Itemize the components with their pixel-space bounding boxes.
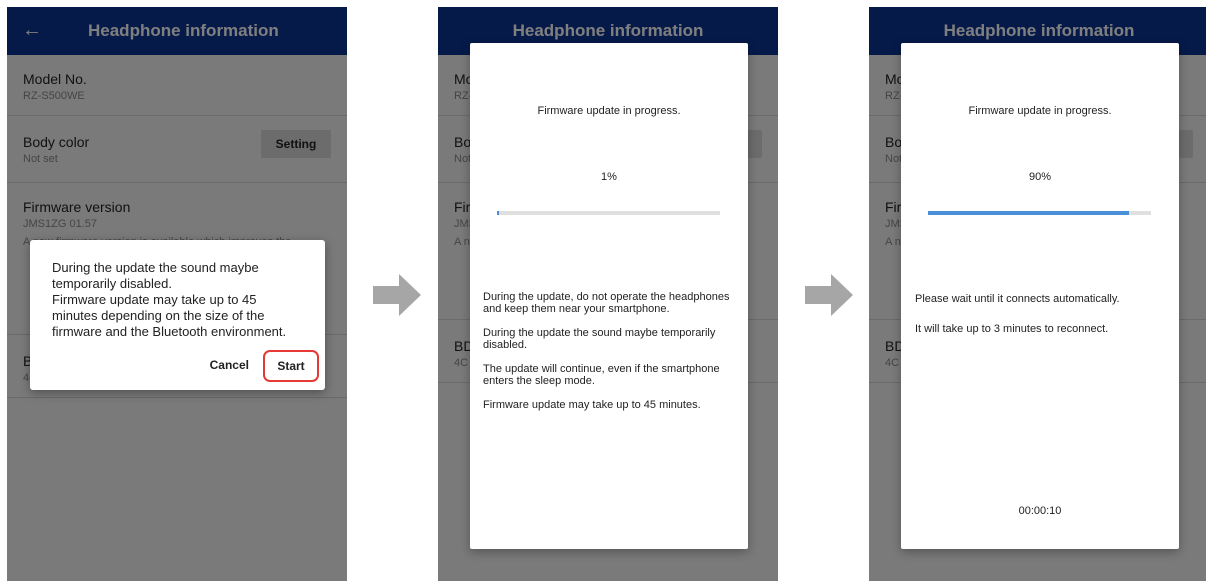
- elapsed-timer: 00:00:10: [1018, 505, 1062, 517]
- progress-bar: [497, 211, 720, 215]
- update-note: During the update the sound maybe tempor…: [483, 327, 716, 351]
- step-arrow-icon: [805, 274, 853, 316]
- dialog-message: During the update the sound maybe tempor…: [52, 260, 314, 340]
- dialog-line: firmware and the Bluetooth environment.: [52, 324, 287, 339]
- start-button[interactable]: Start: [263, 350, 319, 382]
- dialog-line: Firmware update may take up to 45: [52, 292, 257, 307]
- update-progress-dialog: Firmware update in progress. 1% During t…: [470, 43, 748, 549]
- screen-update-progress-reconnect: Headphone information Model No. RZ-S500W…: [869, 7, 1206, 581]
- update-note: The update will continue, even if the sm…: [483, 363, 720, 387]
- progress-percent: 90%: [1028, 171, 1052, 183]
- dialog-line: minutes depending on the size of the: [52, 308, 265, 323]
- progress-bar-fill: [497, 211, 500, 215]
- screen-confirm-update: ← Headphone information Model No. RZ-S50…: [7, 7, 347, 581]
- update-notes: During the update, do not operate the he…: [483, 291, 738, 423]
- update-status-title: Firmware update in progress.: [537, 105, 681, 117]
- update-progress-dialog: Firmware update in progress. 90% Please …: [901, 43, 1179, 549]
- update-note: During the update, do not operate the he…: [483, 291, 730, 315]
- cancel-button[interactable]: Cancel: [210, 358, 249, 372]
- dialog-line: During the update the sound maybe: [52, 260, 259, 275]
- progress-percent: 1%: [601, 171, 617, 183]
- reconnect-note: It will take up to 3 minutes to reconnec…: [915, 323, 1109, 335]
- progress-bar: [928, 211, 1151, 215]
- update-status-title: Firmware update in progress.: [968, 105, 1112, 117]
- screen-update-progress-start: Headphone information Model No. RZ-S500W…: [438, 7, 778, 581]
- step-arrow-icon: [373, 274, 421, 316]
- dialog-line: temporarily disabled.: [52, 276, 172, 291]
- confirm-dialog: During the update the sound maybe tempor…: [30, 240, 325, 390]
- reconnect-notes: Please wait until it connects automatica…: [915, 293, 1170, 353]
- update-note: Firmware update may take up to 45 minute…: [483, 399, 701, 411]
- progress-bar-fill: [928, 211, 1129, 215]
- reconnect-note: Please wait until it connects automatica…: [915, 293, 1120, 305]
